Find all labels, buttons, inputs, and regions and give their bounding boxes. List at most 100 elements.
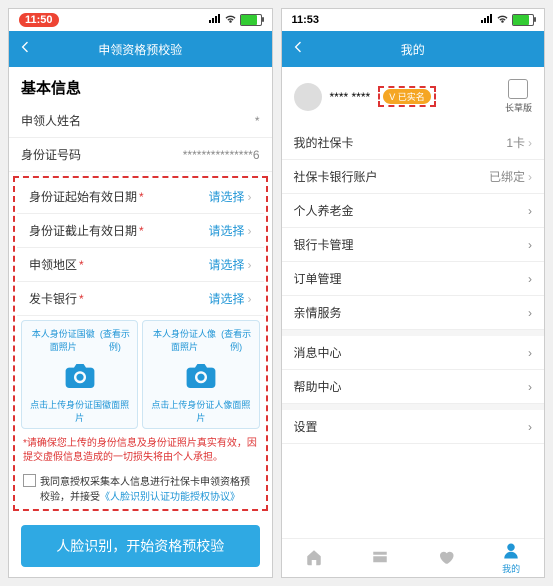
label: 银行卡管理 (294, 236, 354, 253)
warning-text: *请确保您上传的身份信息及身份证照片真实有效，因提交虚假信息造成的一切损失将由个… (17, 433, 264, 469)
signal-icon (209, 14, 221, 26)
label: 申领人姓名 (21, 112, 81, 129)
chevron-right-icon: › (528, 204, 532, 218)
verified-badge: V 已实名 (383, 89, 431, 104)
label: 身份证号码 (21, 146, 81, 163)
label: 消息中心 (294, 344, 342, 361)
chevron-right-icon: › (248, 190, 252, 204)
tab-card[interactable] (371, 548, 389, 568)
value: * (255, 114, 260, 128)
status-time: 11:50 (19, 13, 59, 27)
label: 身份证截止有效日期 (29, 222, 144, 239)
agreement-checkbox[interactable] (23, 474, 36, 487)
masked-name: **** **** (330, 90, 371, 104)
menu-bank-account[interactable]: 社保卡银行账户已绑定› (282, 160, 545, 194)
row-issuing-bank[interactable]: 发卡银行 请选择 › (17, 282, 264, 316)
label: 社保卡银行账户 (294, 168, 378, 185)
menu-bankcard[interactable]: 银行卡管理 › (282, 228, 545, 262)
menu-pension[interactable]: 个人养老金 › (282, 194, 545, 228)
label: 身份证起始有效日期 (29, 188, 144, 205)
upload-id-front[interactable]: 本人身份证国徽面照片(查看示例) 点击上传身份证国徽面照片 (21, 320, 138, 429)
chevron-right-icon: › (248, 292, 252, 306)
screen-mine: 11:53 我的 **** **** V 已实名 长草版 我的社保卡1卡› 社保… (281, 8, 546, 578)
header-title: 申领资格预校验 (98, 41, 182, 58)
row-id-number: 身份证号码 ***************6 (9, 138, 272, 172)
avatar (294, 83, 322, 111)
chevron-right-icon: › (528, 272, 532, 286)
camera-icon (147, 357, 254, 395)
upload-title: 本人身份证国徽面照片 (28, 327, 98, 353)
chevron-right-icon: › (248, 224, 252, 238)
status-indicators (481, 14, 534, 27)
verified-badge-highlight: V 已实名 (378, 86, 436, 107)
select-action: 请选择 (208, 256, 244, 273)
label: 设置 (294, 418, 318, 435)
wifi-icon (224, 14, 237, 27)
chevron-right-icon: › (248, 258, 252, 272)
status-bar: 11:53 (282, 9, 545, 31)
upload-id-back[interactable]: 本人身份证人像面照片(查看示例) 点击上传身份证人像面照片 (142, 320, 259, 429)
header-bar: 我的 (282, 31, 545, 67)
tab-bar: 我的 (282, 538, 545, 577)
chevron-right-icon: › (528, 136, 532, 150)
label: 订单管理 (294, 270, 342, 287)
switch-icon (508, 79, 528, 99)
battery-icon (512, 14, 534, 26)
profile-card[interactable]: **** **** V 已实名 长草版 (282, 67, 545, 126)
label: 我的社保卡 (294, 134, 354, 151)
header-title: 我的 (401, 41, 425, 58)
chevron-right-icon: › (528, 238, 532, 252)
camera-icon (26, 357, 133, 395)
chevron-right-icon: › (528, 346, 532, 360)
tab-home[interactable] (305, 548, 323, 568)
label: 个人养老金 (294, 202, 354, 219)
battery-icon (240, 14, 262, 26)
upload-hint: 点击上传身份证人像面照片 (147, 395, 254, 424)
status-time: 11:53 (292, 14, 320, 26)
agreement-row[interactable]: 我同意授权采集本人信息进行社保卡申领资格预校验，并接受《人脸识别认证功能授权协议… (17, 469, 264, 507)
back-button[interactable] (17, 39, 33, 58)
menu-orders[interactable]: 订单管理 › (282, 262, 545, 296)
menu-settings[interactable]: 设置 › (282, 410, 545, 444)
row-applicant-name: 申领人姓名 * (9, 104, 272, 138)
label: 申领地区 (29, 256, 84, 273)
section-basic-info: 基本信息 (9, 67, 272, 104)
header-bar: 申领资格预校验 (9, 31, 272, 67)
screen-apply: 11:50 申领资格预校验 基本信息 申领人姓名 * 身份证号码 *******… (8, 8, 273, 578)
status-indicators (209, 14, 262, 27)
label: 帮助中心 (294, 378, 342, 395)
menu-messages[interactable]: 消息中心 › (282, 336, 545, 370)
start-face-verify-button[interactable]: 人脸识别，开始资格预校验 (21, 525, 260, 567)
wifi-icon (496, 14, 509, 27)
row-id-end-date[interactable]: 身份证截止有效日期 请选择 › (17, 214, 264, 248)
highlighted-required-area: 身份证起始有效日期 请选择› 身份证截止有效日期 请选择› 申领地区 请选择› … (13, 176, 268, 511)
chevron-right-icon: › (528, 170, 532, 184)
row-region[interactable]: 申领地区 请选择 › (17, 248, 264, 282)
select-action: 请选择 (208, 222, 244, 239)
select-action: 请选择 (208, 188, 244, 205)
tab-mine[interactable]: 我的 (502, 542, 520, 575)
chevron-right-icon: › (528, 420, 532, 434)
agreement-text: 我同意授权采集本人信息进行社保卡申领资格预校验，并接受《人脸识别认证功能授权协议… (40, 473, 258, 503)
label: 亲情服务 (294, 304, 342, 321)
upload-hint: 点击上传身份证国徽面照片 (26, 395, 133, 424)
menu-family[interactable]: 亲情服务 › (282, 296, 545, 330)
tab-service[interactable] (437, 548, 455, 568)
label: 发卡银行 (29, 290, 84, 307)
view-sample-link[interactable]: (查看示例) (220, 327, 253, 353)
select-action: 请选择 (208, 290, 244, 307)
menu-my-card[interactable]: 我的社保卡1卡› (282, 126, 545, 160)
chevron-right-icon: › (528, 380, 532, 394)
upload-title: 本人身份证人像面照片 (149, 327, 219, 353)
long-version-button[interactable]: 长草版 (505, 79, 532, 114)
view-sample-link[interactable]: (查看示例) (98, 327, 131, 353)
upload-row: 本人身份证国徽面照片(查看示例) 点击上传身份证国徽面照片 本人身份证人像面照片… (17, 316, 264, 433)
back-button[interactable] (290, 39, 306, 58)
agreement-link[interactable]: 《人脸识别认证功能授权协议》 (100, 492, 240, 503)
chevron-right-icon: › (528, 306, 532, 320)
status-bar: 11:50 (9, 9, 272, 31)
value: ***************6 (183, 148, 260, 162)
menu-help[interactable]: 帮助中心 › (282, 370, 545, 404)
row-id-start-date[interactable]: 身份证起始有效日期 请选择 › (17, 180, 264, 214)
signal-icon (481, 14, 493, 26)
